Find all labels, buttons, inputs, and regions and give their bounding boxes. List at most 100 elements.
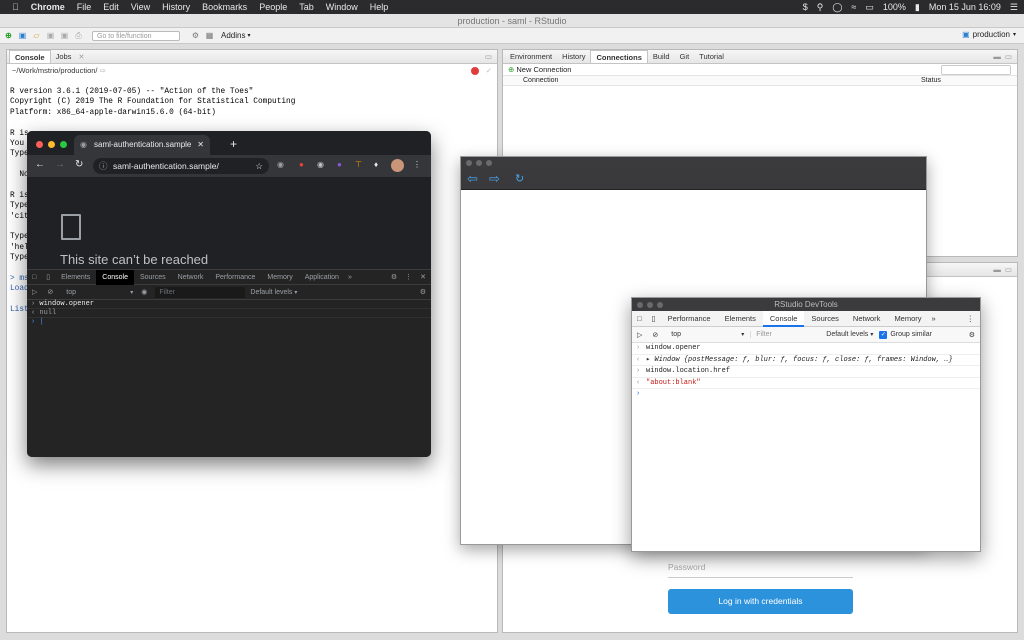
avatar[interactable] [391, 159, 404, 172]
device-icon[interactable]: ▯ [41, 273, 55, 281]
sidebar-icon[interactable]: ▷ [632, 331, 647, 339]
levels-select[interactable]: Default levels [245, 289, 292, 296]
login-button[interactable]: Log in with credentials [668, 589, 853, 614]
clock[interactable]: Mon 15 Jun 16:09 [929, 2, 1001, 12]
broom-icon[interactable]: ✓ [486, 64, 492, 78]
apple-icon[interactable]:  [12, 2, 19, 12]
eye-icon[interactable]: ◉ [133, 288, 155, 296]
minimize-icon[interactable]: ▬ [993, 52, 1001, 61]
reload-icon[interactable]: ↻ [75, 159, 83, 170]
tab-console[interactable]: Console [9, 50, 51, 63]
tab-connections[interactable]: Connections [590, 50, 648, 63]
tab-jobs[interactable]: Jobs [51, 50, 77, 63]
menu-tab[interactable]: Tab [299, 2, 314, 12]
minimize-icon[interactable]: ▬ [993, 265, 1001, 274]
tab-console[interactable]: Console [762, 310, 805, 327]
extension-icon[interactable]: ● [299, 160, 304, 169]
zoom-window-button[interactable] [486, 160, 492, 166]
tab-tutorial[interactable]: Tutorial [694, 50, 729, 63]
extension-icon[interactable]: ◉ [277, 160, 284, 169]
connections-search-input[interactable] [941, 65, 1011, 75]
filter-input[interactable]: Filter [155, 286, 246, 298]
close-window-button[interactable] [466, 160, 472, 166]
tab-sources[interactable]: Sources [134, 270, 172, 285]
tab-network[interactable]: Network [172, 270, 210, 285]
zoom-window-button[interactable] [60, 141, 67, 148]
reload-icon[interactable]: ↻ [515, 172, 524, 185]
menu-help[interactable]: Help [370, 2, 389, 12]
filter-input[interactable]: Filter [750, 331, 820, 338]
arrow-right-icon[interactable]: ⇨ [100, 66, 106, 75]
close-tab-icon[interactable]: ✕ [197, 135, 204, 155]
menu-file[interactable]: File [77, 2, 92, 12]
console-prompt[interactable]: › [632, 389, 980, 401]
save-icon[interactable]: ▣ [45, 30, 56, 41]
device-icon[interactable]: ▯ [647, 314, 661, 323]
addins-menu[interactable]: Addins [221, 31, 245, 40]
tab-environment[interactable]: Environment [505, 50, 557, 63]
tab-elements[interactable]: Elements [718, 311, 763, 327]
tab-git[interactable]: Git [675, 50, 695, 63]
list-icon[interactable]: ☰ [1010, 2, 1018, 13]
extension-icon[interactable]: ● [337, 160, 342, 169]
close-window-button[interactable] [36, 141, 43, 148]
new-tab-icon[interactable]: + [230, 137, 237, 151]
open-file-icon[interactable]: ▱ [31, 30, 42, 41]
maximize-icon[interactable]: ▭ [1005, 265, 1012, 274]
settings-icon[interactable]: ⚙ [964, 331, 980, 339]
address-bar[interactable]: ⓘ saml-authentication.sample/ ☆ [93, 158, 269, 174]
tab-application[interactable]: Application [299, 270, 345, 285]
stop-icon[interactable] [471, 67, 479, 75]
sidebar-icon[interactable]: ▷ [27, 288, 42, 296]
star-icon[interactable]: ☆ [255, 158, 263, 174]
maximize-icon[interactable]: ▭ [485, 52, 492, 61]
grid-icon[interactable]: ▦ [204, 30, 215, 41]
forward-icon[interactable]: ⇨ [489, 171, 500, 187]
menu-history[interactable]: History [162, 2, 190, 12]
more-icon[interactable]: ⋮ [401, 273, 416, 281]
git-icon[interactable]: ⚙ [190, 30, 201, 41]
extension-icon[interactable]: ◉ [317, 160, 324, 169]
console-line[interactable]: ‹ ▸ Window {postMessage: ƒ, blur: ƒ, focu… [632, 355, 980, 366]
project-menu[interactable]: ▣ production ▾ [962, 30, 1016, 39]
wifi-icon[interactable]: ≈ [851, 2, 856, 12]
minimize-window-button[interactable] [647, 302, 653, 308]
puzzle-icon[interactable]: ♦ [374, 160, 378, 169]
password-input[interactable]: Password [668, 562, 853, 578]
more-icon[interactable]: ⋮ [961, 314, 981, 323]
zoom-window-button[interactable] [657, 302, 663, 308]
menu-window[interactable]: Window [326, 2, 358, 12]
maximize-icon[interactable]: ▭ [1005, 52, 1012, 61]
tab-memory[interactable]: Memory [261, 270, 298, 285]
chat-icon[interactable]: ◯ [832, 2, 842, 13]
clear-console-icon[interactable]: ⊘ [42, 288, 58, 296]
minimize-window-button[interactable] [48, 141, 55, 148]
inspect-icon[interactable]: □ [632, 314, 647, 323]
battery-label[interactable]: 100% [883, 2, 906, 12]
column-status[interactable]: Status [921, 76, 941, 86]
close-icon[interactable]: ✕ [416, 273, 431, 281]
menu-app-chrome[interactable]: Chrome [31, 2, 65, 12]
tab-performance[interactable]: Performance [209, 270, 261, 285]
print-icon[interactable]: ⎙ [73, 30, 84, 41]
back-icon[interactable]: ⇦ [467, 171, 478, 187]
column-connection[interactable]: Connection [523, 76, 558, 86]
inspect-icon[interactable]: □ [27, 274, 41, 281]
more-icon[interactable]: ⋮ [413, 160, 421, 169]
settings-icon[interactable]: ⚙ [415, 288, 431, 296]
tab-build[interactable]: Build [648, 50, 675, 63]
tab-performance[interactable]: Performance [661, 311, 718, 327]
settings-icon[interactable]: ⚙ [387, 273, 401, 281]
group-similar-checkbox[interactable]: ✓ [879, 330, 888, 339]
console-path[interactable]: ~/Work/mstrio/production/ [12, 66, 98, 75]
new-project-icon[interactable]: ▣ [17, 30, 28, 41]
browser-tab[interactable]: ◉ saml-authentication.sample ✕ [74, 135, 210, 155]
tab-memory[interactable]: Memory [887, 311, 928, 327]
goto-file-input[interactable]: Go to file/function [92, 30, 180, 41]
group-similar-label[interactable]: Group similar [887, 331, 932, 338]
save-all-icon[interactable]: ▣ [59, 30, 70, 41]
close-icon[interactable]: ✕ [78, 53, 84, 61]
more-tabs-icon[interactable]: » [929, 314, 939, 323]
menu-edit[interactable]: Edit [103, 2, 119, 12]
new-connection-button[interactable]: New Connection [516, 65, 571, 74]
